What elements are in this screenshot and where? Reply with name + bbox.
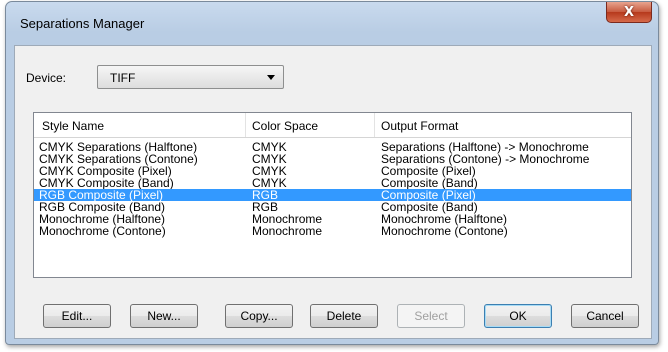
delete-button[interactable]: Delete	[310, 304, 378, 328]
styles-list[interactable]: Style Name Color Space Output Format CMY…	[33, 112, 632, 278]
edit-button[interactable]: Edit...	[43, 304, 111, 328]
device-select-value: TIFF	[110, 71, 136, 85]
cell-output-format: Monochrome (Contone)	[381, 224, 508, 238]
close-icon: X	[623, 4, 635, 20]
separations-manager-dialog: Separations Manager X Device: TIFF Style…	[5, 1, 659, 345]
copy-button[interactable]: Copy...	[225, 304, 293, 328]
close-button[interactable]: X	[606, 2, 652, 23]
cell-style-name: Monochrome (Contone)	[39, 224, 166, 238]
ok-button[interactable]: OK	[484, 304, 552, 328]
device-select[interactable]: TIFF	[97, 65, 284, 89]
list-item[interactable]: Monochrome (Contone) Monochrome Monochro…	[34, 225, 631, 237]
cancel-button[interactable]: Cancel	[571, 304, 639, 328]
device-label: Device:	[26, 71, 67, 85]
column-header-color-space[interactable]: Color Space	[252, 119, 318, 133]
chevron-down-icon	[267, 75, 275, 80]
column-header-output-format[interactable]: Output Format	[381, 119, 458, 133]
new-button[interactable]: New...	[130, 304, 198, 328]
cell-color-space: Monochrome	[252, 224, 323, 238]
list-header: Style Name Color Space Output Format	[34, 113, 631, 138]
select-button[interactable]: Select	[397, 304, 465, 328]
column-divider[interactable]	[374, 113, 375, 137]
column-header-style-name[interactable]: Style Name	[42, 119, 104, 133]
column-divider[interactable]	[245, 113, 246, 137]
dialog-title: Separations Manager	[20, 16, 145, 31]
dialog-body: Device: TIFF Style Name Color Space Outp…	[14, 45, 652, 339]
